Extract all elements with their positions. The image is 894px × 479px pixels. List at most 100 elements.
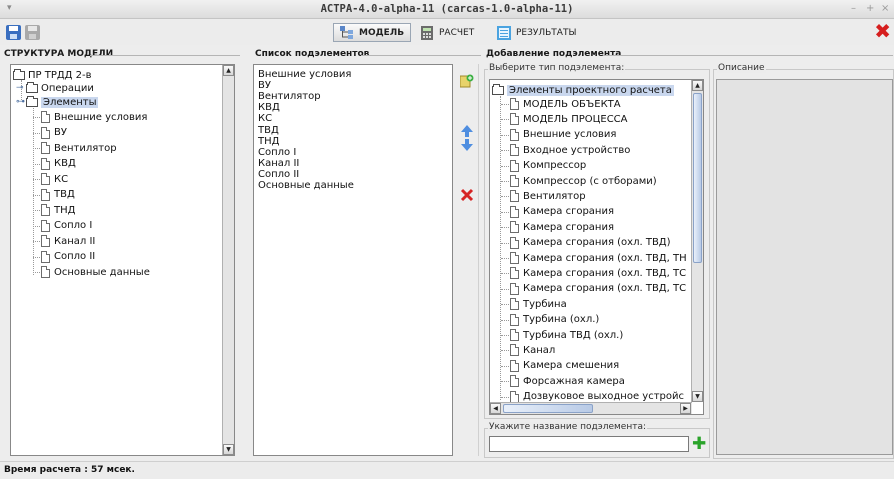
tree-connector: [501, 335, 509, 336]
minimize-button[interactable]: –: [851, 3, 856, 14]
structure-element-label: КС: [54, 173, 69, 185]
sublist-item[interactable]: КВД: [258, 102, 280, 113]
scroll-down-button[interactable]: ▼: [692, 391, 703, 402]
type-item-label: Форсажная камера: [523, 375, 625, 387]
tree-node-elements-label: Элементы: [41, 96, 99, 108]
type-tree-hscroll[interactable]: ◀ ▶: [490, 402, 692, 414]
scroll-thumb[interactable]: [503, 404, 593, 413]
add-subelement-button[interactable]: ✚: [692, 436, 706, 453]
tree-connector: [501, 304, 509, 306]
window-title: АСТРА-4.0-alpha-11 (carcas-1.0-alpha-11): [320, 3, 574, 15]
calculator-icon: [420, 25, 434, 40]
subelement-name-input[interactable]: [489, 436, 689, 452]
type-item-label: Камера сгорания (охл. ТВД, ТС: [523, 267, 687, 279]
sublist-item[interactable]: Вентилятор: [258, 91, 321, 102]
type-item[interactable]: Компрессор: [500, 159, 586, 173]
sublist-item[interactable]: Канал II: [258, 158, 299, 169]
sublist-item[interactable]: КС: [258, 113, 272, 124]
scroll-left-button[interactable]: ◀: [490, 403, 501, 414]
scroll-up-button[interactable]: ▲: [692, 80, 703, 91]
type-item[interactable]: МОДЕЛЬ ОБЪЕКТА: [500, 97, 621, 111]
structure-element-item[interactable]: Сопло II: [31, 250, 95, 264]
tree-connector: [501, 381, 509, 383]
document-icon: [510, 375, 519, 388]
sublist-item[interactable]: ТВД: [258, 125, 279, 136]
description-area[interactable]: [716, 79, 893, 455]
type-item[interactable]: Турбина: [500, 297, 567, 311]
sublist-item[interactable]: ВУ: [258, 80, 271, 91]
expand-icon[interactable]: ⊸: [16, 83, 24, 93]
structure-element-item[interactable]: ТНД: [31, 203, 75, 217]
type-item-label: Камера смешения: [523, 360, 620, 372]
arrow-up-icon[interactable]: [460, 124, 474, 138]
sublist-box[interactable]: Внешние условия ВУ Вентилятор КВД КС ТВД ТНД Со…: [253, 64, 453, 456]
type-item[interactable]: Вентилятор: [500, 189, 586, 203]
tab-model[interactable]: МОДЕЛЬ: [333, 23, 412, 42]
tree-node-operations-label: Операции: [41, 82, 94, 94]
tree-connector: [501, 258, 509, 259]
close-icon[interactable]: ✖: [874, 21, 891, 41]
type-item[interactable]: Камера сгорания: [500, 205, 614, 219]
type-tree-root[interactable]: Элементы проектного расчета: [492, 83, 674, 97]
type-item[interactable]: Камера сгорания (охл. ТВД, ТС: [500, 266, 686, 280]
type-item[interactable]: Турбина ТВД (охл.): [500, 328, 623, 342]
structure-element-item[interactable]: КВД: [31, 157, 76, 171]
type-tree-vscroll[interactable]: ▲ ▼: [691, 80, 703, 402]
arrow-down-icon[interactable]: [460, 138, 474, 152]
sublist-item[interactable]: Внешние условия: [258, 69, 351, 80]
window-close-button[interactable]: ×: [881, 3, 889, 14]
document-icon: [510, 205, 519, 218]
document-icon: [510, 298, 519, 311]
tab-calculation[interactable]: РАСЧЕТ: [414, 23, 480, 42]
structure-element-item[interactable]: ТВД: [31, 188, 75, 202]
structure-scrollbar[interactable]: ▲ ▼: [222, 65, 234, 455]
sublist-item[interactable]: ТНД: [258, 136, 279, 147]
structure-element-item[interactable]: КС: [31, 172, 68, 186]
maximize-button[interactable]: +: [866, 3, 874, 14]
structure-element-item[interactable]: Канал II: [31, 234, 95, 248]
type-item[interactable]: Форсажная камера: [500, 374, 625, 388]
structure-element-item[interactable]: Основные данные: [31, 265, 150, 279]
type-item[interactable]: МОДЕЛЬ ПРОЦЕССА: [500, 112, 628, 126]
save-icon[interactable]: [6, 25, 21, 40]
tree-node-elements[interactable]: ⊶ Элементы: [16, 95, 99, 109]
scroll-right-button[interactable]: ▶: [680, 403, 691, 414]
tree-root[interactable]: ПР ТРДД 2-в: [13, 68, 92, 82]
tree-node-operations[interactable]: ⊸ Операции: [16, 81, 94, 95]
type-item[interactable]: Турбина (охл.): [500, 313, 599, 327]
sublist-item[interactable]: Сопло II: [258, 169, 299, 180]
type-item[interactable]: Камера смешения: [500, 359, 619, 373]
add-icon[interactable]: [459, 74, 474, 88]
tree-connector: [501, 104, 509, 105]
type-item[interactable]: Компрессор (с отборами): [500, 174, 657, 188]
type-item[interactable]: Внешние условия: [500, 128, 616, 142]
scroll-down-button[interactable]: ▼: [223, 444, 234, 455]
type-item[interactable]: Входное устройство: [500, 143, 630, 157]
scroll-thumb[interactable]: [693, 93, 702, 263]
tab-results-label: РЕЗУЛЬТАТЫ: [516, 27, 577, 38]
type-item[interactable]: Камера сгорания (охл. ТВД, ТН: [500, 251, 687, 265]
tab-results[interactable]: РЕЗУЛЬТАТЫ: [491, 23, 582, 42]
type-tree[interactable]: Элементы проектного расчета МОДЕЛЬ ОБЪЕК…: [489, 79, 704, 415]
scroll-up-button[interactable]: ▲: [223, 65, 234, 76]
collapse-icon[interactable]: ⊶: [16, 97, 25, 107]
document-icon: [510, 190, 519, 203]
structure-element-item[interactable]: ВУ: [31, 126, 67, 140]
sublist-item[interactable]: Сопло I: [258, 147, 296, 158]
structure-element-item[interactable]: Внешние условия: [31, 110, 147, 124]
tree-connector: [501, 165, 509, 167]
delete-icon[interactable]: [460, 188, 474, 202]
type-item[interactable]: Канал: [500, 343, 555, 357]
structure-element-item[interactable]: Сопло I: [31, 219, 92, 233]
type-item[interactable]: Камера сгорания (охл. ТВД): [500, 236, 671, 250]
sublist-title-divider: [361, 55, 481, 56]
sublist-item[interactable]: Основные данные: [258, 180, 354, 191]
document-icon: [41, 266, 50, 278]
structure-tree[interactable]: ПР ТРДД 2-в ⊸ Операции ⊶ Элементы Внешни…: [10, 64, 235, 456]
type-item[interactable]: Камера сгорания: [500, 220, 614, 234]
type-item[interactable]: Камера сгорания (охл. ТВД, ТС: [500, 282, 686, 296]
tree-connector: [33, 163, 40, 165]
structure-element-item[interactable]: Вентилятор: [31, 141, 117, 155]
type-item-label: МОДЕЛЬ ПРОЦЕССА: [523, 113, 628, 125]
structure-element-label: КВД: [54, 158, 76, 169]
